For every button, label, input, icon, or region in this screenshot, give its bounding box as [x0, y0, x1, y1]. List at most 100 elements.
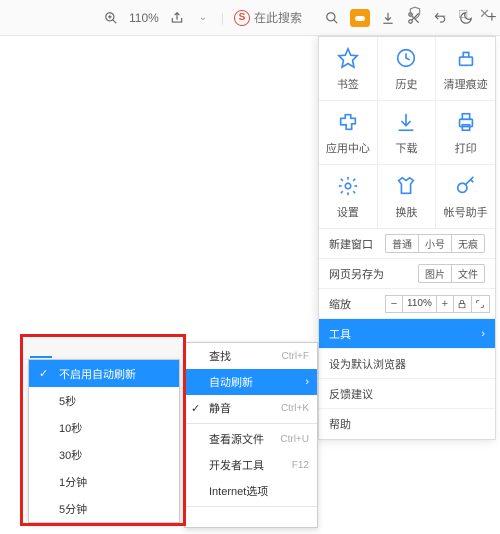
download-icon[interactable]	[380, 10, 396, 26]
sm-find[interactable]: 查找 Ctrl+F	[185, 343, 317, 369]
ss-label: 30秒	[59, 447, 82, 463]
ss-disable[interactable]: ✓ 不启用自动刷新	[29, 360, 179, 387]
saveas-image[interactable]: 图片	[418, 264, 452, 283]
row-tools[interactable]: 工具 ›	[319, 319, 495, 349]
shirt-icon	[394, 174, 418, 198]
saveas-file[interactable]: 文件	[452, 264, 485, 283]
row-label: 新建窗口	[329, 236, 385, 252]
grid-label: 帐号助手	[444, 204, 488, 220]
grid-skin[interactable]: 换肤	[378, 165, 437, 229]
ss-label: 5分钟	[59, 501, 87, 517]
grid-clear[interactable]: 清理痕迹	[436, 37, 495, 101]
minimize-icon[interactable]: －	[434, 6, 447, 25]
zoom-lock-icon[interactable]	[454, 295, 472, 313]
grid-history[interactable]: 历史	[378, 37, 437, 101]
check-icon: ✓	[39, 367, 48, 380]
grid-download[interactable]: 下载	[378, 101, 437, 165]
row-label: 设为默认浏览器	[329, 356, 406, 372]
chevron-down-icon[interactable]: ⌄	[195, 10, 211, 26]
star-icon	[336, 46, 360, 70]
sm-internet-options[interactable]: Internet选项	[185, 478, 317, 504]
chevron-right-icon: ›	[481, 328, 485, 340]
newwin-incognito[interactable]: 无痕	[452, 234, 485, 253]
ss-label: 1分钟	[59, 474, 87, 490]
ss-5s[interactable]: 5秒	[29, 387, 179, 414]
grid-label: 历史	[395, 76, 417, 92]
zoom-minus[interactable]: −	[385, 295, 403, 313]
check-icon: ✓	[191, 402, 200, 415]
chevron-right-icon: ›	[305, 376, 309, 388]
sm-devtools[interactable]: 开发者工具 F12	[185, 452, 317, 478]
zoom-plus[interactable]: +	[436, 295, 454, 313]
grid-print[interactable]: 打印	[436, 101, 495, 165]
ss-30s[interactable]: 30秒	[29, 441, 179, 468]
shield-icon[interactable]	[408, 6, 422, 25]
zoom-value: 110%	[403, 295, 436, 313]
grid-label: 书签	[337, 76, 359, 92]
row-save-as: 网页另存为 图片 文件	[319, 259, 495, 289]
grid-settings[interactable]: 设置	[319, 165, 378, 229]
grid-label: 清理痕迹	[444, 76, 488, 92]
grid-account[interactable]: 帐号助手	[436, 165, 495, 229]
sm-label: 查找	[209, 348, 231, 364]
row-label: 工具	[329, 326, 351, 342]
zoom-fullscreen-icon[interactable]	[472, 295, 490, 313]
refresh-interval-menu: ✓ 不启用自动刷新 5秒 10秒 30秒 1分钟 5分钟	[28, 359, 180, 523]
search-icon[interactable]	[324, 10, 340, 26]
grid-appcenter[interactable]: 应用中心	[319, 101, 378, 165]
sm-hidden	[185, 509, 317, 527]
search-input[interactable]	[254, 11, 314, 25]
newwin-small[interactable]: 小号	[419, 234, 452, 253]
grid-label: 设置	[337, 204, 359, 220]
ss-label: 10秒	[59, 420, 82, 436]
ss-label: 不启用自动刷新	[59, 366, 136, 382]
row-label: 缩放	[329, 296, 385, 312]
grid-label: 应用中心	[326, 140, 370, 156]
bg-tab-1	[30, 337, 52, 358]
sm-label: 自动刷新	[209, 374, 253, 390]
broom-icon	[454, 46, 478, 70]
separator	[185, 506, 317, 507]
sm-label: 开发者工具	[209, 457, 264, 473]
row-feedback[interactable]: 反馈建议	[319, 379, 495, 409]
sm-label: 静音	[209, 400, 231, 416]
gear-icon	[336, 174, 360, 198]
ss-10s[interactable]: 10秒	[29, 414, 179, 441]
maximize-icon[interactable]: □	[459, 6, 467, 25]
sogou-icon: S	[234, 10, 250, 26]
grid-label: 打印	[455, 140, 477, 156]
sm-label: Internet选项	[209, 483, 268, 499]
printer-icon	[454, 110, 478, 134]
close-icon[interactable]: ✕	[479, 6, 490, 25]
zoom-readout: 110%	[129, 11, 159, 25]
grid-bookmarks[interactable]: 书签	[319, 37, 378, 101]
row-new-window: 新建窗口 普通 小号 无痕	[319, 229, 495, 259]
tools-submenu: 查找 Ctrl+F 自动刷新 › ✓ 静音 Ctrl+K 查看源文件 Ctrl+…	[184, 342, 318, 528]
sm-shortcut: Ctrl+K	[281, 403, 309, 414]
row-zoom: 缩放 − 110% +	[319, 289, 495, 319]
download-icon	[394, 110, 418, 134]
zoom-glass-icon[interactable]	[103, 10, 119, 26]
share-icon[interactable]	[169, 10, 185, 26]
sm-mute[interactable]: ✓ 静音 Ctrl+K	[185, 395, 317, 421]
gamepad-icon[interactable]	[350, 9, 370, 27]
sm-view-source[interactable]: 查看源文件 Ctrl+U	[185, 426, 317, 452]
grid-label: 下载	[395, 140, 417, 156]
newwin-normal[interactable]: 普通	[385, 234, 419, 253]
row-label: 帮助	[329, 416, 351, 432]
row-default-browser[interactable]: 设为默认浏览器	[319, 349, 495, 379]
row-label: 网页另存为	[329, 266, 385, 282]
sm-shortcut: Ctrl+U	[280, 434, 309, 445]
search-box[interactable]: S	[234, 10, 314, 26]
grid-label: 换肤	[395, 204, 417, 220]
ss-1m[interactable]: 1分钟	[29, 468, 179, 495]
row-help[interactable]: 帮助	[319, 409, 495, 439]
puzzle-icon	[336, 110, 360, 134]
separator	[185, 423, 317, 424]
row-label: 反馈建议	[329, 386, 373, 402]
sm-shortcut: Ctrl+F	[282, 351, 310, 362]
ss-5m[interactable]: 5分钟	[29, 495, 179, 522]
sm-auto-refresh[interactable]: 自动刷新 ›	[185, 369, 317, 395]
background-tabstrip	[20, 336, 180, 360]
main-menu-panel: 书签 历史 清理痕迹 应用中心 下载 打印 设置 换肤	[318, 36, 496, 440]
